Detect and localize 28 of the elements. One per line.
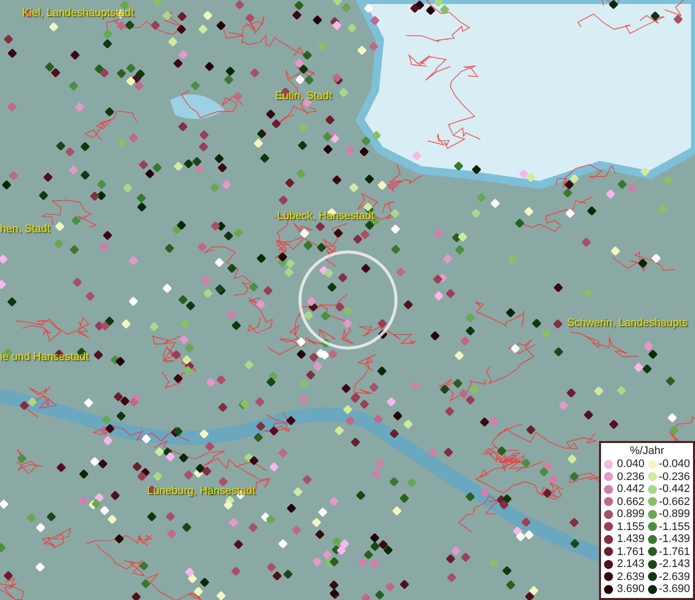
- legend-value: 2.143: [617, 558, 646, 570]
- legend-value: 1.439: [617, 533, 646, 546]
- place-label: Lübeck, Hansestadt: [277, 209, 374, 224]
- legend-value: 0.662: [617, 496, 646, 508]
- place-label: Eutin, Stadt: [275, 89, 332, 104]
- place-label: ie und Hansestadt: [0, 350, 89, 365]
- legend-value: -0.442: [658, 483, 690, 496]
- legend-value: -2.143: [658, 558, 690, 570]
- legend-value: 0.236: [617, 470, 646, 483]
- legend-title: %/Jahr: [628, 444, 666, 458]
- legend-value: -3.690: [658, 583, 690, 596]
- legend-value: -0.899: [658, 508, 690, 520]
- legend-value: 0.442: [617, 483, 646, 496]
- legend-value: 0.040: [617, 458, 646, 470]
- place-label: Schwerin, Landeshaupts: [567, 316, 688, 331]
- legend-value: -1.155: [658, 520, 690, 533]
- legend-value: 0.899: [617, 508, 646, 520]
- legend-value: -1.439: [658, 533, 690, 546]
- legend-value: -2.639: [658, 570, 690, 583]
- legend-value: 1.761: [617, 546, 646, 558]
- legend-value: 1.155: [617, 520, 646, 533]
- place-label: hen, Stadt: [0, 222, 50, 237]
- legend-value: -0.662: [658, 496, 690, 508]
- legend-value: -1.761: [658, 546, 690, 558]
- legend-value: 2.639: [617, 570, 646, 583]
- legend-value: -0.236: [658, 470, 690, 483]
- legend-value: 3.690: [617, 583, 646, 596]
- legend-value: -0.040: [658, 458, 690, 470]
